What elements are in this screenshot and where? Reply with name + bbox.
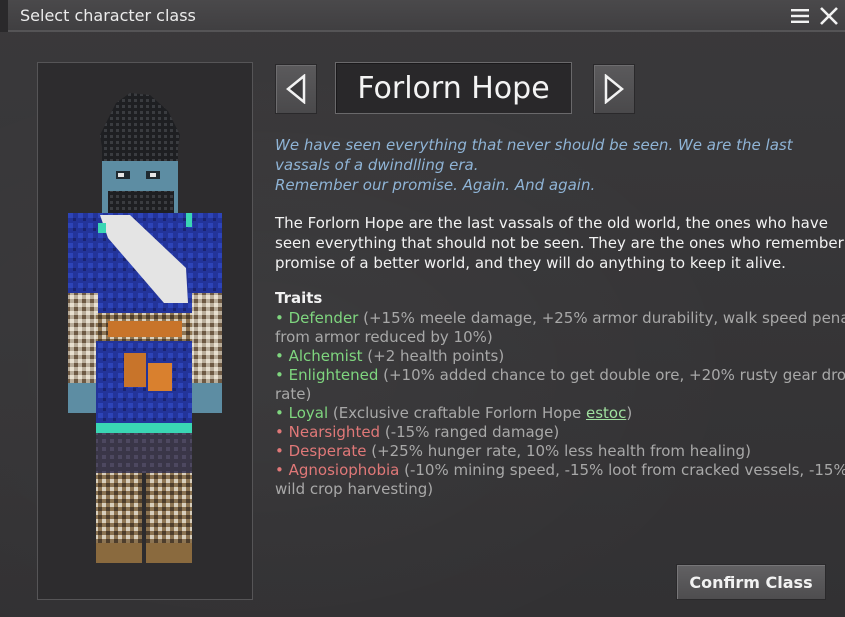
class-name: Forlorn Hope <box>357 70 550 106</box>
trait-detail: wild crop harvesting) <box>275 480 434 498</box>
description-line: The Forlorn Hope are the last vassals of… <box>275 214 828 232</box>
trait-alchemist: • Alchemist (+2 health points) <box>275 347 505 365</box>
trait-detail: ) <box>626 404 633 422</box>
trait-desperate: • Desperate (+25% hunger rate, 10% less … <box>275 442 751 460</box>
flavor-line: vassals of a dwindlling era. <box>275 156 479 174</box>
trait-detail: (Exclusive craftable Forlorn Hope <box>332 404 586 422</box>
hamburger-menu-icon[interactable] <box>790 6 810 26</box>
confirm-class-button[interactable]: Confirm Class <box>676 564 826 600</box>
trait-name: Loyal <box>288 404 329 422</box>
trait-detail: rate) <box>275 385 312 403</box>
next-class-button[interactable] <box>593 64 635 114</box>
trait-defender: • Defender (+15% meele damage, +25% armo… <box>275 309 845 347</box>
estoc-link[interactable]: estoc <box>586 404 626 422</box>
traits-list: • Defender (+15% meele damage, +25% armo… <box>275 309 845 499</box>
close-icon[interactable] <box>819 6 839 26</box>
trait-name: Desperate <box>288 442 367 460</box>
title-bar[interactable]: Select character class <box>0 0 845 32</box>
triangle-right-icon <box>604 74 624 104</box>
trait-detail: (-10% mining speed, -15% loot from crack… <box>404 461 845 479</box>
trait-detail: (+2 health points) <box>367 347 505 365</box>
flavor-text: We have seen everything that never shoul… <box>275 135 820 195</box>
class-description: The Forlorn Hope are the last vassals of… <box>275 213 845 273</box>
trait-detail: (+15% meele damage, +25% armor durabilit… <box>363 309 845 327</box>
flavor-line: Remember our promise. Again. And again. <box>275 176 596 194</box>
trait-name: Alchemist <box>288 347 363 365</box>
character-class-dialog: Select character class Forlorn Hope We h… <box>0 0 845 617</box>
trait-detail: from armor reduced by 10%) <box>275 328 493 346</box>
description-line: promise of a better world, and they will… <box>275 254 786 272</box>
trait-detail: (-15% ranged damage) <box>384 423 560 441</box>
traits-heading: Traits <box>275 289 323 307</box>
trait-nearsighted: • Nearsighted (-15% ranged damage) <box>275 423 560 441</box>
trait-name: Nearsighted <box>288 423 381 441</box>
trait-loyal: • Loyal (Exclusive craftable Forlorn Hop… <box>275 404 633 422</box>
character-model-image <box>38 63 252 599</box>
previous-class-button[interactable] <box>275 64 317 114</box>
class-name-display: Forlorn Hope <box>335 62 572 114</box>
dialog-title: Select character class <box>20 6 196 25</box>
trait-enlightened: • Enlightened (+10% added chance to get … <box>275 366 845 404</box>
trait-detail: (+10% added chance to get double ore, +2… <box>383 366 845 384</box>
character-portrait <box>37 62 253 600</box>
trait-name: Defender <box>288 309 359 327</box>
triangle-left-icon <box>286 74 306 104</box>
flavor-line: We have seen everything that never shoul… <box>275 136 793 154</box>
title-bar-grip[interactable] <box>0 0 8 32</box>
trait-name: Agnosiophobia <box>288 461 400 479</box>
trait-agnosiophobia: • Agnosiophobia (-10% mining speed, -15%… <box>275 461 845 499</box>
description-line: seen everything that should not be seen.… <box>275 234 845 252</box>
trait-name: Enlightened <box>288 366 379 384</box>
trait-detail: (+25% hunger rate, 10% less health from … <box>371 442 751 460</box>
